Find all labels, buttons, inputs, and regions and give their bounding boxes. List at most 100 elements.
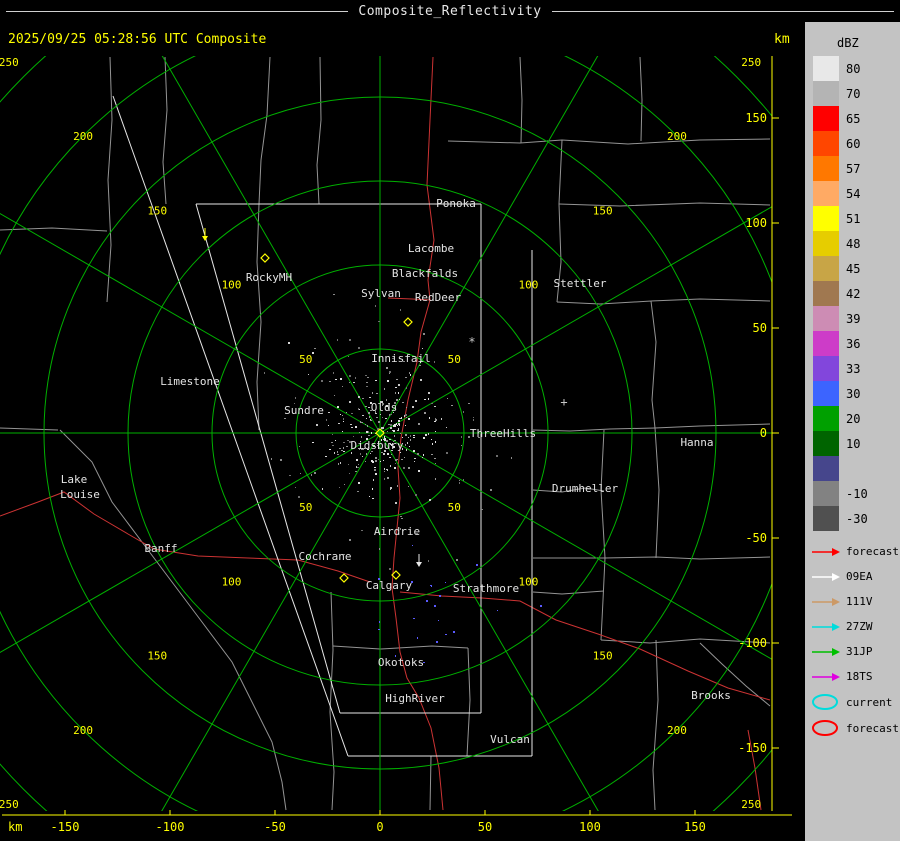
svg-text:100: 100 <box>579 820 601 834</box>
dbz-swatch <box>813 406 839 431</box>
svg-text:Strathmore: Strathmore <box>453 582 519 595</box>
svg-text:250: 250 <box>741 56 761 69</box>
dbz-scale-row: 39 <box>805 306 900 331</box>
legend-item-label: 18TS <box>846 670 873 683</box>
svg-text:Cochrane: Cochrane <box>299 550 352 563</box>
svg-text:50: 50 <box>448 501 461 514</box>
svg-text:-50: -50 <box>745 531 767 545</box>
dbz-value-label: 70 <box>846 86 861 101</box>
111V-arrow-icon <box>812 597 840 606</box>
svg-text:-100: -100 <box>738 636 767 650</box>
svg-text:50: 50 <box>753 321 767 335</box>
dbz-value-label: 36 <box>846 336 861 351</box>
dbz-scale-row: 45 <box>805 256 900 281</box>
legend-panel: dBZ 80 70 65 60 57 54 51 48 45 42 39 36 33 30 20 10 -10 -… <box>805 22 900 841</box>
window-title-bar: Composite_Reflectivity <box>0 0 900 22</box>
svg-text:100: 100 <box>222 279 242 292</box>
svg-text:Stettler: Stettler <box>554 277 607 290</box>
dbz-scale-row: -30 <box>805 506 900 531</box>
legend-item-label: 09EA <box>846 570 873 583</box>
dbz-scale-row: -10 <box>805 481 900 506</box>
dbz-swatch <box>813 481 839 506</box>
legend-item-current: current <box>805 689 900 715</box>
dbz-value-label: -30 <box>846 511 868 526</box>
31JP-arrow-icon <box>812 647 840 656</box>
svg-text:Airdrie: Airdrie <box>374 525 420 538</box>
svg-text:-50: -50 <box>264 820 286 834</box>
svg-text:100: 100 <box>519 575 539 588</box>
svg-text:Calgary: Calgary <box>366 579 413 592</box>
svg-text:100: 100 <box>745 216 767 230</box>
svg-text:Banff: Banff <box>144 542 177 555</box>
dbz-scale-row: 42 <box>805 281 900 306</box>
svg-text:150: 150 <box>684 820 706 834</box>
svg-text:Hanna: Hanna <box>680 436 713 449</box>
svg-text:km: km <box>8 820 22 834</box>
timestamp-label: 2025/09/25 05:28:56 UTC Composite <box>8 32 267 47</box>
svg-text:Sylvan: Sylvan <box>361 287 401 300</box>
svg-text:50: 50 <box>478 820 492 834</box>
svg-text:Brooks: Brooks <box>691 689 731 702</box>
svg-text:Innisfail: Innisfail <box>371 352 431 365</box>
dbz-value-label: 33 <box>846 361 861 376</box>
header-bar: 2025/09/25 05:28:56 UTC Composite km <box>0 32 805 50</box>
svg-text:Lake: Lake <box>61 473 88 486</box>
dbz-value-label: 30 <box>846 386 861 401</box>
svg-text:Didsbury: Didsbury <box>351 439 404 452</box>
svg-text:Louise: Louise <box>60 488 100 501</box>
dbz-value-label: 80 <box>846 61 861 76</box>
18TS-arrow-icon <box>812 672 840 681</box>
dbz-scale-row: 48 <box>805 231 900 256</box>
svg-text:100: 100 <box>222 575 242 588</box>
legend-item-09EA: 09EA <box>805 564 900 589</box>
dbz-swatch <box>813 381 839 406</box>
svg-text:Ponoka: Ponoka <box>436 197 476 210</box>
dbz-value-label: 20 <box>846 411 861 426</box>
legend-item-label: current <box>846 695 893 709</box>
legend-item-forecast: forecast <box>805 715 900 741</box>
dbz-swatch <box>813 281 839 306</box>
dbz-swatch <box>813 206 839 231</box>
dbz-swatch <box>813 256 839 281</box>
dbz-swatch <box>813 306 839 331</box>
dbz-swatch <box>813 56 839 81</box>
legend-item-111V: 111V <box>805 589 900 614</box>
svg-text:150: 150 <box>745 111 767 125</box>
legend-item-forecast: forecast <box>805 539 900 564</box>
svg-text:ThreeHills: ThreeHills <box>470 427 536 440</box>
svg-text:200: 200 <box>667 724 687 737</box>
dbz-value-label: 48 <box>846 236 861 251</box>
dbz-value-label: 54 <box>846 186 861 201</box>
svg-text:250: 250 <box>741 798 761 811</box>
svg-text:150: 150 <box>147 650 167 663</box>
dbz-swatch <box>813 456 839 481</box>
svg-text:Lacombe: Lacombe <box>408 242 454 255</box>
dbz-scale-row: 80 <box>805 56 900 81</box>
dbz-swatch <box>813 506 839 531</box>
svg-text:Sundre: Sundre <box>284 404 324 417</box>
svg-text:-150: -150 <box>738 741 767 755</box>
dbz-swatch <box>813 356 839 381</box>
radar-map[interactable]: * + Ponoka Lacombe Blackfalds Sylvan RedDeer Ro… <box>0 0 805 841</box>
legend-title: dBZ <box>837 36 859 50</box>
dbz-scale-row: 54 <box>805 181 900 206</box>
svg-text:150: 150 <box>593 204 613 217</box>
svg-text:250: 250 <box>0 56 19 69</box>
dbz-scale-row <box>805 456 900 481</box>
dbz-scale-row: 51 <box>805 206 900 231</box>
svg-text:Limestone: Limestone <box>160 375 220 388</box>
dbz-swatch <box>813 81 839 106</box>
dbz-scale-row: 33 <box>805 356 900 381</box>
dbz-scale-row: 65 <box>805 106 900 131</box>
svg-text:100: 100 <box>519 279 539 292</box>
vector-legend: forecast 09EA 111V 27ZW 31JP 18TS current forec… <box>805 539 900 741</box>
dbz-value-label: 39 <box>846 311 861 326</box>
dbz-swatch <box>813 331 839 356</box>
svg-text:-150: -150 <box>51 820 80 834</box>
forecast-ellipse-icon <box>812 720 838 736</box>
dbz-value-label: 10 <box>846 436 861 451</box>
svg-text:HighRiver: HighRiver <box>385 692 445 705</box>
svg-text:Okotoks: Okotoks <box>378 656 424 669</box>
svg-text:200: 200 <box>73 724 93 737</box>
dbz-scale-row: 60 <box>805 131 900 156</box>
